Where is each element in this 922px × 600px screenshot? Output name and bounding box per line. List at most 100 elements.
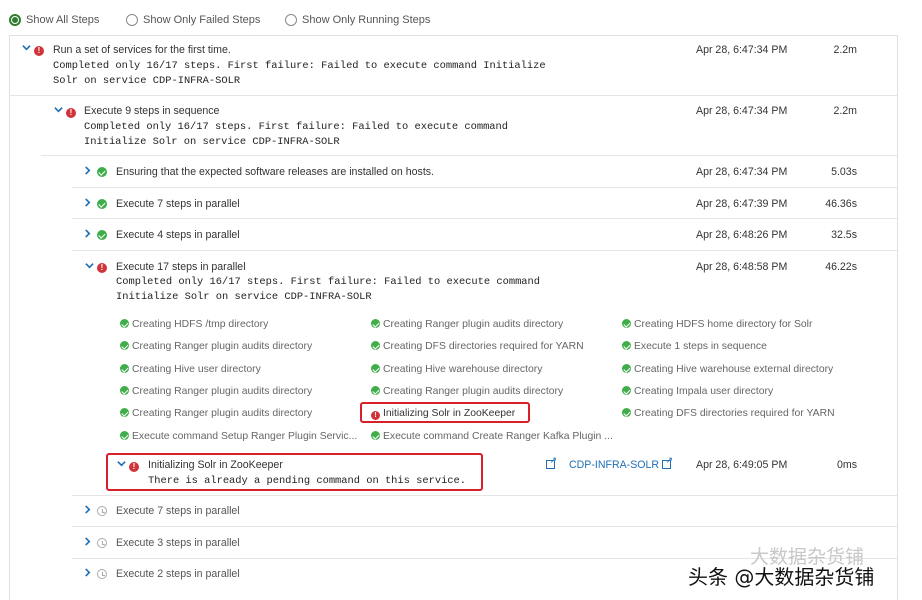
success-icon <box>97 230 107 240</box>
success-icon <box>97 167 107 177</box>
chevron-right-icon <box>85 537 91 546</box>
substep-item[interactable]: Creating Ranger plugin audits directory <box>120 386 312 397</box>
root-time: Apr 28, 6:47:34 PM <box>696 44 788 56</box>
filter-failed-label: Show Only Failed Steps <box>143 14 261 27</box>
service-link[interactable]: CDP-INFRA-SOLR <box>569 455 673 471</box>
chevron-down-icon <box>54 107 63 113</box>
sequence-duration: 2.2m <box>833 105 857 117</box>
sequence-message-line2: Initialize Solr on service CDP-INFRA-SOL… <box>84 136 340 148</box>
parallel17-title: Execute 17 steps in parallel <box>116 261 246 273</box>
filter-failed[interactable]: Show Only Failed Steps <box>126 14 261 27</box>
substep-item[interactable]: Creating Ranger plugin audits directory <box>371 386 563 397</box>
substep-item[interactable]: Creating DFS directories required for YA… <box>371 341 584 352</box>
success-icon <box>120 386 129 395</box>
parallel17-duration: 46.22s <box>825 261 857 273</box>
filter-running-label: Show Only Running Steps <box>302 14 431 27</box>
error-icon: ! <box>371 411 380 420</box>
root-duration: 2.2m <box>833 44 857 56</box>
root-title: Run a set of services for the first time… <box>53 44 231 56</box>
substep-item[interactable]: Creating Ranger plugin audits directory <box>120 341 312 352</box>
pending-step-title: Execute 3 steps in parallel <box>116 537 240 549</box>
parallel17-message-line2: Initialize Solr on service CDP-INFRA-SOL… <box>116 291 372 303</box>
substep-item[interactable]: Creating Ranger plugin audits directory <box>371 319 563 330</box>
chevron-down-icon <box>85 263 94 269</box>
substep-item[interactable]: Creating Hive warehouse external directo… <box>622 364 833 375</box>
failed-detail-time: Apr 28, 6:49:05 PM <box>696 459 788 471</box>
success-icon <box>371 386 380 395</box>
success-icon <box>371 431 380 440</box>
substep-item[interactable]: Creating Hive user directory <box>120 364 261 375</box>
success-icon <box>371 319 380 328</box>
step-expand-toggle[interactable] <box>83 229 92 241</box>
success-icon <box>622 364 631 373</box>
external-link-icon <box>662 455 673 469</box>
success-icon <box>120 408 129 417</box>
parallel17-time: Apr 28, 6:48:58 PM <box>696 261 788 273</box>
step-duration: 5.03s <box>831 166 857 178</box>
substep-item[interactable]: Creating Hive warehouse directory <box>371 364 542 375</box>
step-expand-toggle[interactable] <box>83 198 92 210</box>
substep-item[interactable]: Creating DFS directories required for YA… <box>622 408 835 419</box>
sequence-expand-toggle[interactable] <box>54 105 63 117</box>
watermark: 头条 @大数据杂货铺 <box>688 565 875 589</box>
substep-item[interactable]: Creating HDFS home directory for Solr <box>622 319 812 330</box>
parallel17-expand-toggle[interactable] <box>85 261 94 273</box>
success-icon <box>622 319 631 328</box>
filter-all[interactable]: Show All Steps <box>9 14 100 27</box>
radio-selected-icon <box>9 14 21 27</box>
substep-failed-item[interactable]: ! Initializing Solr in ZooKeeper <box>371 408 515 420</box>
pending-clock-icon <box>97 506 107 516</box>
step-expand-toggle[interactable] <box>83 568 92 580</box>
success-icon <box>371 364 380 373</box>
failed-detail-toggle[interactable] <box>117 459 126 471</box>
root-expand-toggle[interactable] <box>22 43 31 55</box>
divider <box>10 95 897 96</box>
substep-item[interactable]: Execute command Setup Ranger Plugin Serv… <box>120 431 357 442</box>
error-icon: ! <box>34 46 44 56</box>
failed-detail-message: There is already a pending command on th… <box>148 475 467 487</box>
divider <box>72 218 897 219</box>
success-icon <box>120 431 129 440</box>
chevron-down-icon <box>117 461 126 467</box>
success-icon <box>120 319 129 328</box>
chevron-right-icon <box>85 568 91 577</box>
radio-icon <box>126 14 138 27</box>
success-icon <box>371 341 380 350</box>
divider <box>41 155 897 156</box>
success-icon <box>120 341 129 350</box>
sequence-message-line1: Completed only 16/17 steps. First failur… <box>84 121 509 133</box>
failed-detail-title: Initializing Solr in ZooKeeper <box>148 459 283 471</box>
step-duration: 32.5s <box>831 229 857 241</box>
step-title: Ensuring that the expected software rele… <box>116 166 434 178</box>
pending-clock-icon <box>97 569 107 579</box>
step-expand-toggle[interactable] <box>83 537 92 549</box>
step-title: Execute 7 steps in parallel <box>116 198 240 210</box>
substep-item[interactable]: Creating Ranger plugin audits directory <box>120 408 312 419</box>
divider <box>72 250 897 251</box>
external-link-icon[interactable] <box>546 455 557 471</box>
divider <box>72 526 897 527</box>
step-time: Apr 28, 6:47:34 PM <box>696 166 788 178</box>
success-icon <box>622 408 631 417</box>
filter-running[interactable]: Show Only Running Steps <box>285 14 431 27</box>
substep-item[interactable]: Creating Impala user directory <box>622 386 773 397</box>
step-time: Apr 28, 6:47:39 PM <box>696 198 788 210</box>
step-duration: 46.36s <box>825 198 857 210</box>
step-expand-toggle[interactable] <box>83 166 92 178</box>
pending-step-title: Execute 7 steps in parallel <box>116 505 240 517</box>
error-icon: ! <box>97 263 107 273</box>
pending-clock-icon <box>97 538 107 548</box>
substep-item[interactable]: Creating HDFS /tmp directory <box>120 319 268 330</box>
step-expand-toggle[interactable] <box>83 505 92 517</box>
chevron-right-icon <box>85 166 91 175</box>
success-icon <box>97 199 107 209</box>
substep-item[interactable]: Execute 1 steps in sequence <box>622 341 767 352</box>
substep-item[interactable]: Execute command Create Ranger Kafka Plug… <box>371 431 613 442</box>
chevron-right-icon <box>85 505 91 514</box>
root-message-line1: Completed only 16/17 steps. First failur… <box>53 60 546 72</box>
sequence-title: Execute 9 steps in sequence <box>84 105 220 117</box>
failed-detail-duration: 0ms <box>836 459 857 471</box>
filter-all-label: Show All Steps <box>26 14 100 27</box>
sequence-time: Apr 28, 6:47:34 PM <box>696 105 788 117</box>
success-icon <box>622 341 631 350</box>
